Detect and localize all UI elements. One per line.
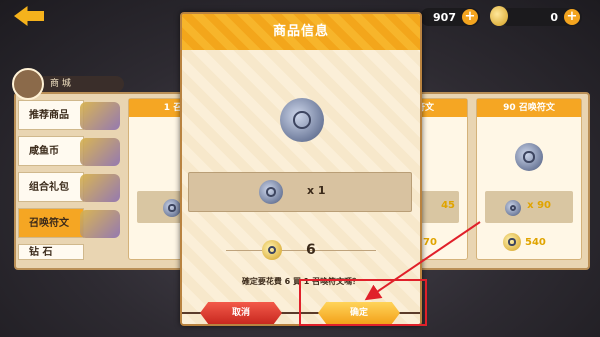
pointer-arrow-icon	[364, 221, 481, 301]
